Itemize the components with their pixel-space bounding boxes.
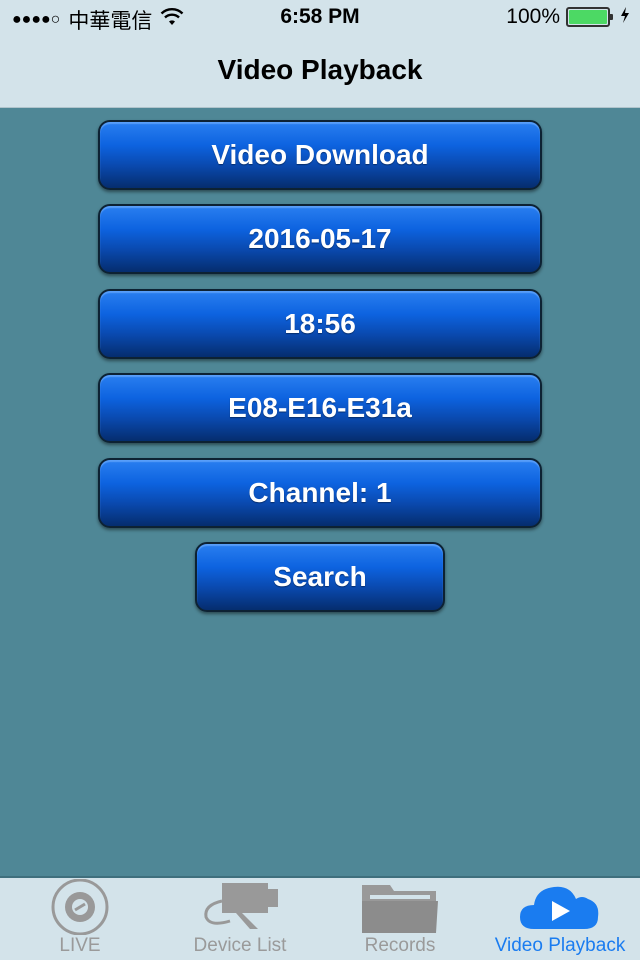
tab-label: Video Playback	[494, 935, 626, 956]
date-button[interactable]: 2016-05-17	[98, 204, 542, 274]
page-title: Video Playback	[217, 54, 423, 85]
battery-icon	[566, 7, 613, 27]
tab-label: Records	[364, 935, 436, 956]
channel-button[interactable]: Channel: 1	[98, 458, 542, 528]
header: ●●●●○ 中華電信 6:58 PM 100% Video Playback	[0, 0, 640, 108]
tab-records[interactable]: Records	[320, 878, 480, 960]
tab-label: LIVE	[59, 935, 101, 956]
cloud-play-icon	[518, 879, 602, 935]
tab-video-playback[interactable]: Video Playback	[480, 878, 640, 960]
tab-bar: LIVE Device List Records Video Playback	[0, 876, 640, 960]
tab-live[interactable]: LIVE	[0, 878, 160, 960]
status-bar: ●●●●○ 中華電信 6:58 PM 100%	[0, 0, 640, 36]
charging-icon	[620, 5, 630, 29]
time-button[interactable]: 18:56	[98, 289, 542, 359]
folder-icon	[360, 879, 440, 935]
tab-label: Device List	[193, 935, 287, 956]
video-download-button[interactable]: Video Download	[98, 120, 542, 190]
search-button[interactable]: Search	[195, 542, 445, 612]
tab-device-list[interactable]: Device List	[160, 878, 320, 960]
battery-percent: 100%	[506, 5, 560, 28]
camera-icon	[200, 879, 280, 935]
device-button[interactable]: E08-E16-E31a	[98, 373, 542, 443]
live-disc-icon	[48, 879, 112, 935]
